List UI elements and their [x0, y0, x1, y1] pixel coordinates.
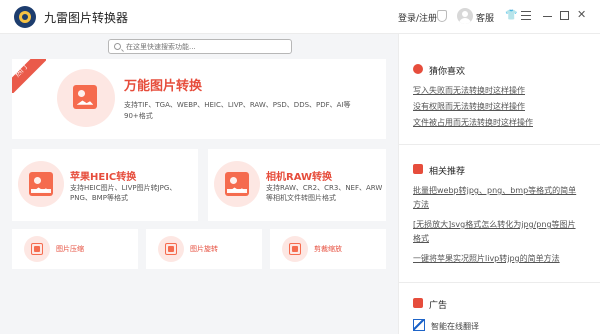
- sidebar-link[interactable]: 一键将苹果实况照片livp转jpg的简单方法: [413, 252, 583, 266]
- raw-icon-circle: [214, 161, 260, 207]
- avatar-icon[interactable]: [457, 8, 473, 24]
- section-title-ad: 广告: [429, 301, 448, 311]
- search-box[interactable]: [108, 39, 292, 54]
- megaphone-icon: [413, 298, 423, 308]
- universal-convert-card[interactable]: 热门 万能图片转换 支持TIF、TGA、WEBP、HEIC、LIVP、RAW、P…: [12, 59, 386, 139]
- divider: [399, 144, 600, 145]
- heic-convert-card[interactable]: 苹果HEIC转换 支持HEIC图片、LIVP图片转JPG、PNG、BMP等格式: [12, 149, 198, 221]
- tool-label: 图片压缩: [56, 245, 84, 253]
- tool-crop-button[interactable]: 剪裁缩放: [270, 229, 386, 269]
- close-icon[interactable]: ✕: [577, 9, 586, 21]
- title-bar: 九雷图片转换器 登录/注册 客服 👕 ✕: [0, 0, 600, 34]
- divider: [399, 282, 600, 283]
- sidebar-link[interactable]: 文件被占用而无法转换时这样操作: [413, 116, 583, 130]
- sidebar: 猜你喜欢 写入失败而无法转换时这样操作 没有权限而无法转换时这样操作 文件被占用…: [398, 34, 600, 334]
- card-title: 苹果HEIC转换: [70, 172, 137, 183]
- heic-icon-circle: [18, 161, 64, 207]
- search-input[interactable]: [126, 40, 286, 53]
- maximize-icon[interactable]: [560, 11, 569, 20]
- sidebar-link[interactable]: [无损放大]svg格式怎么转化为jpg/png等图片格式: [413, 218, 583, 246]
- compress-icon: [31, 243, 43, 255]
- app-logo-icon: [14, 6, 36, 28]
- section-title-like: 猜你喜欢: [429, 67, 466, 77]
- minimize-icon[interactable]: [543, 16, 552, 17]
- convert-icon-circle: [57, 69, 115, 127]
- app-title: 九雷图片转换器: [44, 11, 129, 25]
- raw-image-icon: [225, 172, 249, 196]
- ad-item[interactable]: 智能在线翻译: [431, 321, 479, 332]
- thumbs-up-icon: [413, 164, 423, 174]
- card-title: 相机RAW转换: [266, 172, 333, 183]
- customer-service-button[interactable]: 客服: [476, 11, 494, 24]
- card-title: 万能图片转换: [124, 79, 203, 94]
- crop-icon: [289, 243, 301, 255]
- sidebar-link[interactable]: 没有权限而无法转换时这样操作: [413, 100, 583, 114]
- tool-rotate-button[interactable]: 图片旋转: [146, 229, 262, 269]
- login-register-button[interactable]: 登录/注册: [398, 11, 437, 24]
- heic-image-icon: [29, 172, 53, 196]
- card-description: 支持HEIC图片、LIVP图片转JPG、PNG、BMP等格式: [70, 184, 177, 202]
- card-description: 支持RAW、CR2、CR3、NEF、ARW等相机文件转图片格式: [266, 184, 383, 202]
- vip-shield-icon[interactable]: [437, 10, 447, 22]
- sidebar-link[interactable]: 批量把webp转jpg、png、bmp等格式的简单方法: [413, 184, 583, 212]
- ad-thumbnail-icon[interactable]: [413, 319, 425, 331]
- search-icon: [114, 43, 121, 50]
- raw-convert-card[interactable]: 相机RAW转换 支持RAW、CR2、CR3、NEF、ARW等相机文件转图片格式: [208, 149, 386, 221]
- sidebar-link[interactable]: 写入失败而无法转换时这样操作: [413, 84, 583, 98]
- menu-icon[interactable]: [521, 11, 531, 20]
- image-convert-icon: [73, 85, 97, 109]
- rotate-icon: [165, 243, 177, 255]
- heart-icon: [413, 64, 423, 74]
- card-description: 支持TIF、TGA、WEBP、HEIC、LIVP、RAW、PSD、DDS、PDF…: [124, 101, 351, 120]
- section-title-recommend: 相关推荐: [429, 167, 466, 177]
- tool-compress-button[interactable]: 图片压缩: [12, 229, 138, 269]
- tool-label: 剪裁缩放: [314, 245, 342, 253]
- skin-icon[interactable]: 👕: [505, 10, 517, 22]
- hot-badge: 热门: [12, 59, 46, 93]
- tool-label: 图片旋转: [190, 245, 218, 253]
